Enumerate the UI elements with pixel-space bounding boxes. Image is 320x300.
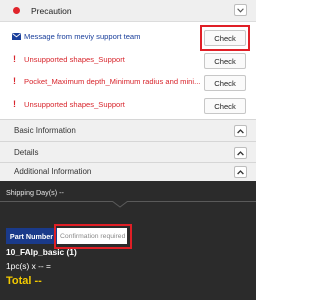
highlight-frame [200, 25, 250, 51]
section-toggle-button[interactable] [234, 147, 247, 159]
mail-icon [12, 33, 21, 40]
section-toggle-button[interactable] [234, 125, 247, 137]
check-button[interactable]: Check [204, 98, 246, 114]
chevron-up-icon [237, 128, 244, 133]
precaution-title: Precaution [31, 5, 72, 16]
message-text[interactable]: Unsupported shapes_Support [24, 100, 202, 109]
total-price: Total -- [6, 275, 42, 287]
exclamation-icon: ! [13, 76, 16, 86]
highlight-frame [54, 224, 132, 249]
part-number-label: Part Number [6, 228, 57, 244]
chevron-down-icon [237, 7, 244, 13]
section-details[interactable]: Details [0, 141, 256, 163]
shipping-days: Shipping Day(s) -- [6, 188, 64, 197]
precaution-header[interactable]: Precaution [0, 0, 256, 22]
section-toggle-button[interactable] [234, 166, 247, 178]
section-basic-information[interactable]: Basic Information [0, 119, 256, 141]
chevron-up-icon [237, 150, 244, 155]
divider [0, 201, 256, 202]
message-text[interactable]: Pocket_Maximum depth_Minimum radius and … [24, 77, 202, 86]
check-button[interactable]: Check [204, 53, 246, 69]
check-button[interactable]: Check [204, 75, 246, 91]
section-label: Additional Information [14, 167, 92, 176]
exclamation-icon: ! [13, 54, 16, 64]
message-text[interactable]: Unsupported shapes_Support [24, 55, 202, 64]
exclamation-icon: ! [13, 99, 16, 109]
order-summary-panel: Shipping Day(s) -- Part Number Confirmat… [0, 181, 256, 300]
section-label: Basic Information [14, 126, 76, 135]
precaution-collapse-button[interactable] [234, 4, 247, 16]
quantity-line: 1pc(s) x -- = [6, 261, 51, 271]
section-label: Details [14, 148, 39, 157]
alert-dot-icon [13, 7, 20, 14]
message-text[interactable]: Message from meviy support team [24, 32, 202, 41]
chevron-up-icon [237, 169, 244, 174]
pointer-notch-icon [112, 201, 128, 208]
part-id: 10_FAlp_basic (1) [6, 247, 77, 257]
section-additional-information[interactable]: Additional Information [0, 162, 256, 181]
order-panel: Precaution Message from meviy support te… [0, 0, 256, 300]
